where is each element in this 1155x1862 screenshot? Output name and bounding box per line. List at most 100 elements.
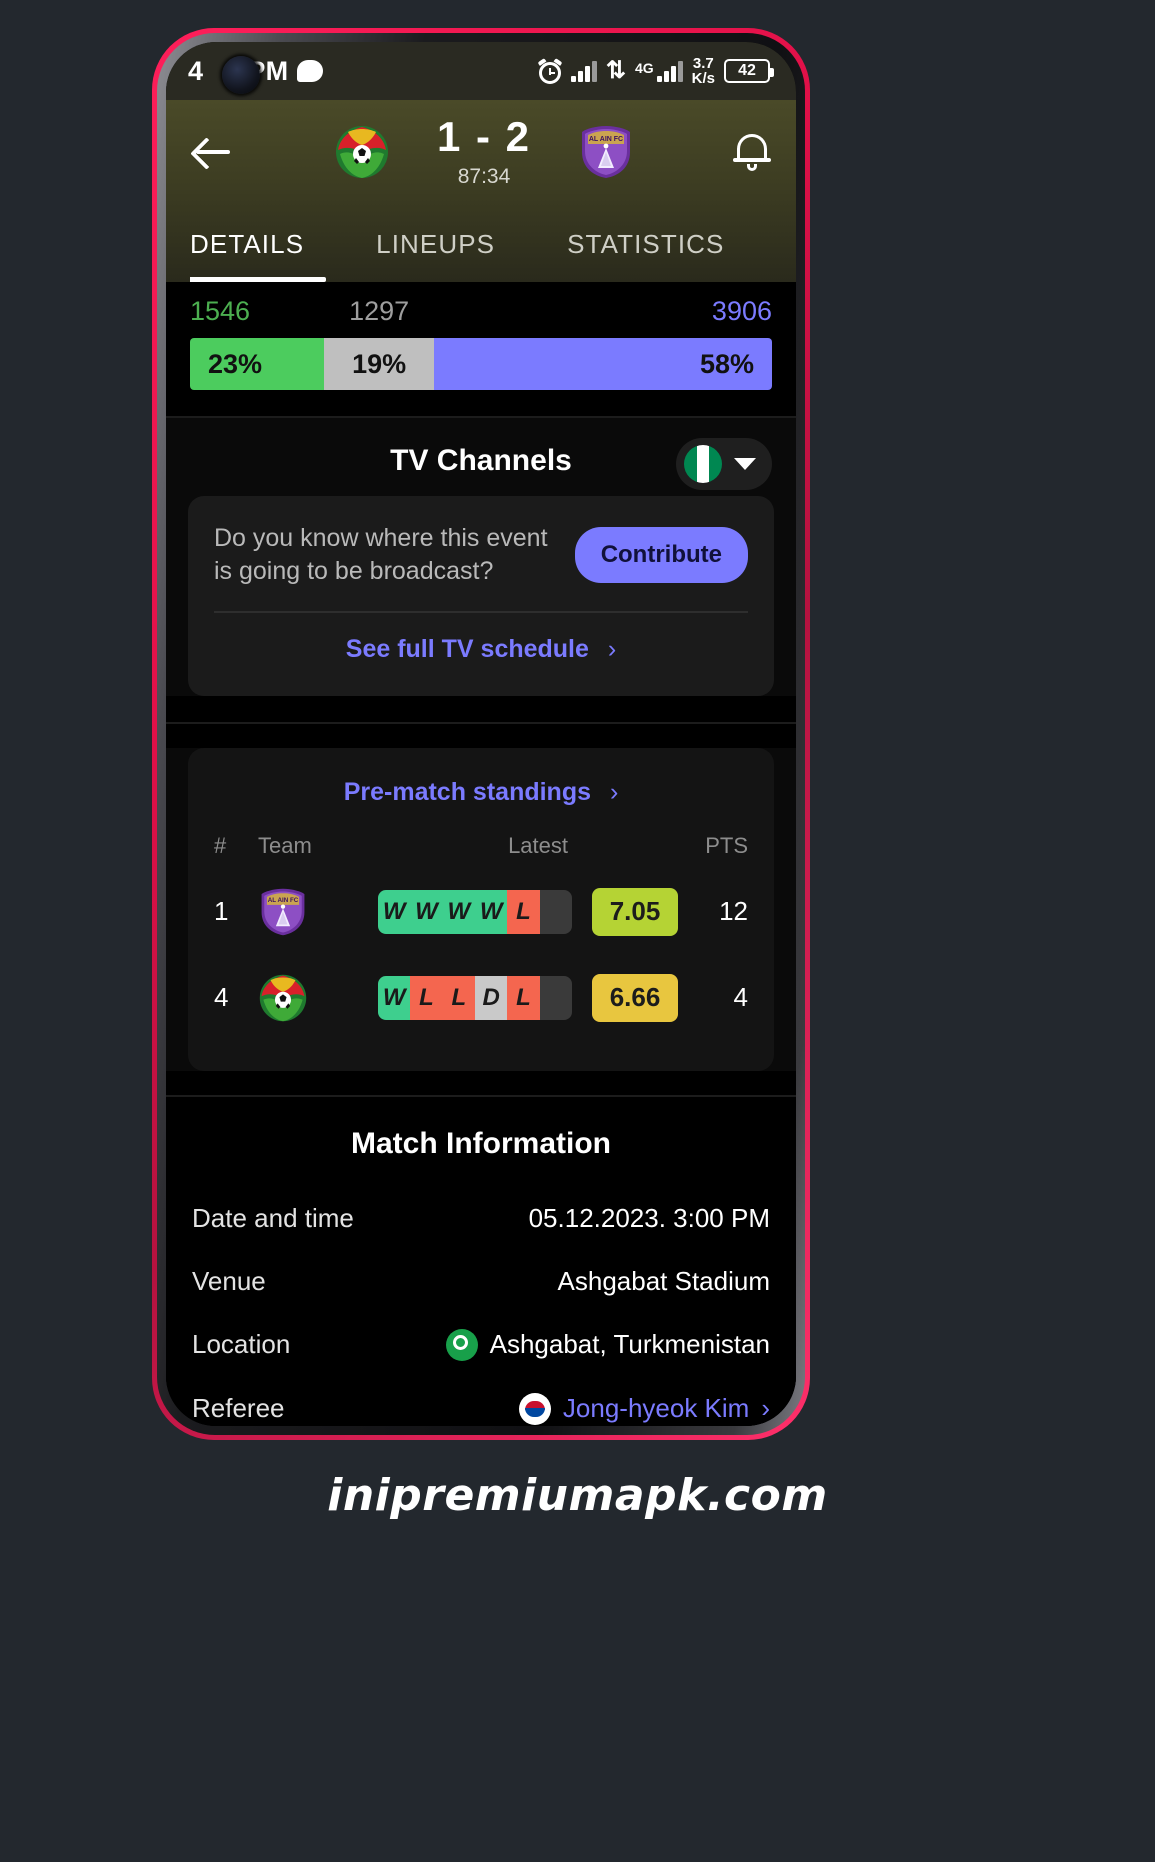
- form-result: L: [507, 889, 540, 934]
- section-divider-2: [166, 721, 796, 724]
- chevron-right-icon-referee: ›: [761, 1393, 770, 1423]
- nigeria-flag-icon: [684, 445, 722, 483]
- row-points: 12: [719, 896, 748, 926]
- tv-channels-title: TV Channels: [390, 444, 572, 477]
- match-header-row: 1 - 2 87:34 AL AIN FC: [190, 100, 772, 204]
- vote-segment-home[interactable]: 23%: [190, 338, 324, 390]
- tab-lineups[interactable]: LINEUPS: [376, 229, 495, 282]
- table-row[interactable]: 4 W L L D L 6.66 4: [214, 955, 748, 1041]
- tab-details[interactable]: DETAILS: [190, 229, 327, 282]
- form-result: W: [378, 975, 411, 1020]
- col-header-team: Team: [258, 832, 312, 858]
- row-form: W L L D L: [378, 975, 572, 1020]
- standings-card: Pre-match standings › # Team Latest PTS: [188, 747, 774, 1071]
- row-rating-badge: 7.05: [592, 887, 678, 936]
- away-team-crest-icon[interactable]: AL AIN FC: [578, 124, 634, 180]
- see-full-tv-schedule-link[interactable]: See full TV schedule ›: [214, 613, 748, 688]
- info-value-location-wrap: Ashgabat, Turkmenistan: [445, 1328, 770, 1361]
- chat-bubble-icon: [297, 60, 324, 82]
- vote-bar[interactable]: 23% 19% 58%: [190, 338, 772, 390]
- vote-counts: 1546 1297 3906: [190, 296, 772, 327]
- info-value-referee: Jong-hyeok Kim: [562, 1393, 750, 1423]
- svg-text:AL AIN FC: AL AIN FC: [589, 136, 623, 143]
- tv-schedule-label: See full TV schedule: [345, 634, 589, 663]
- row-team-logo[interactable]: [258, 973, 378, 1023]
- match-header: 1 - 2 87:34 AL AIN FC DETAILS LINEUPS ST…: [166, 100, 796, 282]
- form-result: L: [507, 975, 540, 1020]
- data-transfer-icon: ⇅: [605, 57, 626, 84]
- info-value-referee-wrap[interactable]: Jong-hyeok Kim ›: [518, 1392, 770, 1425]
- row-form: W W W W L: [378, 889, 572, 934]
- match-score: 1 - 2: [436, 112, 532, 160]
- row-team-logo[interactable]: AL AIN FC: [258, 887, 378, 937]
- phone-screen: 4 PM ⇅ 4G 3.7 K/s 42 1 - 2 87:34 AL AIN …: [166, 42, 796, 1426]
- signal-bars-icon: [570, 60, 597, 82]
- info-row-date: Date and time 05.12.2023. 3:00 PM: [192, 1187, 770, 1250]
- tv-contribute-card: Do you know where this event is going to…: [188, 496, 774, 696]
- info-value-date: 05.12.2023. 3:00 PM: [528, 1202, 770, 1233]
- standings-section: Pre-match standings › # Team Latest PTS: [166, 747, 796, 1071]
- row-position: 1: [214, 896, 229, 926]
- battery-indicator: 42: [724, 59, 774, 83]
- table-row[interactable]: 1 AL AIN FC W W W W L 7.05 12: [214, 869, 748, 955]
- chevron-right-icon: ›: [607, 634, 617, 663]
- match-tabs: DETAILS LINEUPS STATISTICS STAN: [190, 204, 772, 282]
- watermark-text: inipremiumapk.com: [327, 1470, 828, 1521]
- chevron-right-icon-standings: ›: [609, 777, 619, 806]
- info-row-venue: Venue Ashgabat Stadium: [192, 1250, 770, 1313]
- data-speed-unit: K/s: [691, 70, 715, 87]
- page-root: 4 PM ⇅ 4G 3.7 K/s 42 1 - 2 87:34 AL AIN …: [0, 0, 1155, 1862]
- tv-channels-header: TV Channels: [166, 418, 796, 496]
- tv-contribute-row: Do you know where this event is going to…: [214, 522, 748, 589]
- alarm-clock-icon: [537, 58, 563, 84]
- ahal-fk-crest-icon: [259, 974, 307, 1021]
- status-bar-right: ⇅ 4G 3.7 K/s 42: [537, 56, 774, 86]
- vote-distribution: 1546 1297 3906 23% 19% 58%: [166, 282, 796, 416]
- info-value-location: Ashgabat, Turkmenistan: [489, 1329, 770, 1359]
- row-points: 4: [733, 982, 748, 1012]
- info-row-referee[interactable]: Referee Jong-hyeok Kim ›: [192, 1377, 770, 1427]
- form-result: W: [410, 889, 443, 934]
- info-label-location: Location: [192, 1329, 291, 1359]
- status-time: 4: [188, 55, 204, 86]
- match-timer: 87:34: [457, 164, 511, 188]
- info-label-date: Date and time: [192, 1202, 354, 1233]
- pre-match-standings-link[interactable]: Pre-match standings ›: [214, 770, 748, 833]
- chevron-down-icon: [734, 458, 756, 470]
- tv-channels-section: TV Channels Do you know where this event…: [166, 418, 796, 696]
- phone-bezel: 4 PM ⇅ 4G 3.7 K/s 42 1 - 2 87:34 AL AIN …: [157, 33, 805, 1435]
- col-header-pts: PTS: [705, 832, 748, 858]
- contribute-button[interactable]: Contribute: [574, 527, 748, 584]
- info-row-location: Location Ashgabat, Turkmenistan: [192, 1313, 770, 1377]
- score-block: 1 - 2 87:34: [424, 112, 544, 189]
- south-korea-flag-icon: [518, 1392, 551, 1425]
- col-header-latest: Latest: [508, 832, 568, 858]
- network-type-indicator: 4G: [635, 60, 683, 82]
- network-label: 4G: [634, 60, 654, 76]
- form-result: D: [474, 975, 508, 1020]
- match-information-section: Match Information Date and time 05.12.20…: [166, 1096, 796, 1427]
- tab-statistics[interactable]: STATISTICS: [567, 229, 724, 282]
- match-details-content: 1546 1297 3906 23% 19% 58% TV Channels D…: [166, 282, 796, 1426]
- svg-text:AL AIN FC: AL AIN FC: [268, 897, 299, 904]
- phone-frame: 4 PM ⇅ 4G 3.7 K/s 42 1 - 2 87:34 AL AIN …: [152, 28, 810, 1440]
- back-arrow-icon[interactable]: [190, 129, 236, 175]
- form-result: W: [442, 889, 475, 934]
- country-selector[interactable]: [676, 438, 772, 490]
- al-ain-fc-crest-icon: AL AIN FC: [261, 888, 305, 935]
- match-header-center: 1 - 2 87:34 AL AIN FC: [236, 112, 732, 189]
- standings-header-row: # Team Latest PTS: [214, 833, 748, 869]
- form-result-empty: [539, 975, 572, 1020]
- vote-segment-away[interactable]: 58%: [434, 338, 772, 390]
- vote-segment-draw[interactable]: 19%: [323, 338, 435, 390]
- home-team-crest-icon[interactable]: [334, 124, 390, 180]
- notification-bell-icon[interactable]: [732, 130, 772, 174]
- info-value-venue: Ashgabat Stadium: [557, 1265, 770, 1296]
- data-speed-indicator: 3.7 K/s: [692, 56, 715, 86]
- standings-link-label: Pre-match standings: [343, 777, 591, 806]
- vote-count-away: 3906: [711, 296, 772, 326]
- turkmenistan-flag-icon: [445, 1328, 478, 1361]
- form-result: W: [378, 889, 411, 934]
- camera-punch-hole: [222, 56, 260, 94]
- status-bar: 4 PM ⇅ 4G 3.7 K/s 42: [166, 42, 796, 100]
